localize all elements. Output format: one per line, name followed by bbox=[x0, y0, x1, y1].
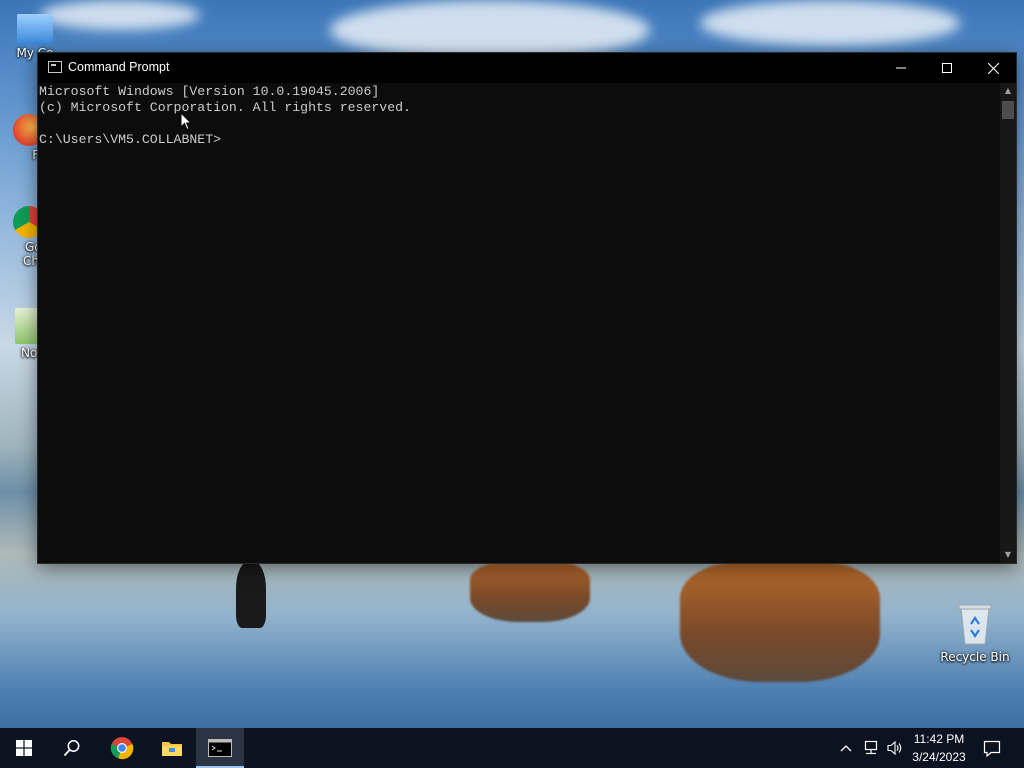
taskbar-file-explorer-button[interactable] bbox=[148, 728, 196, 768]
scrollbar-thumb[interactable] bbox=[1002, 101, 1014, 119]
desktop-icon-label: Recycle Bin bbox=[940, 650, 1010, 664]
console-prompt: C:\Users\VM5.COLLABNET> bbox=[39, 132, 222, 147]
search-button[interactable] bbox=[48, 728, 96, 768]
notification-icon bbox=[983, 740, 1001, 757]
command-prompt-icon bbox=[48, 61, 62, 73]
close-button[interactable] bbox=[970, 53, 1016, 83]
file-explorer-icon bbox=[162, 742, 182, 756]
start-button[interactable] bbox=[0, 728, 48, 768]
scroll-up-icon[interactable]: ▲ bbox=[1000, 84, 1016, 98]
show-hidden-icons-button[interactable] bbox=[836, 728, 856, 768]
windows-start-icon bbox=[16, 740, 32, 756]
taskbar-clock[interactable]: 11:42 PM 3/24/2023 bbox=[904, 730, 974, 766]
computer-icon bbox=[17, 14, 53, 44]
minimize-button[interactable] bbox=[878, 53, 924, 83]
close-icon bbox=[987, 62, 999, 74]
chevron-up-icon bbox=[840, 745, 852, 752]
action-center-button[interactable] bbox=[978, 728, 1006, 768]
desktop-icon-recycle-bin[interactable]: Recycle Bin bbox=[940, 602, 1010, 664]
scroll-down-icon[interactable]: ▼ bbox=[1000, 548, 1016, 562]
mouse-cursor-icon bbox=[180, 112, 192, 131]
minimize-icon bbox=[896, 67, 906, 69]
window-titlebar[interactable]: Command Prompt bbox=[38, 53, 1016, 83]
speaker-icon bbox=[887, 740, 902, 756]
network-icon bbox=[864, 740, 878, 755]
chrome-icon bbox=[110, 737, 134, 760]
network-button[interactable] bbox=[860, 728, 882, 768]
console-line: Microsoft Windows [Version 10.0.19045.20… bbox=[39, 84, 380, 99]
vertical-scrollbar[interactable]: ▲ ▼ bbox=[1000, 83, 1016, 563]
taskbar-command-prompt-button[interactable] bbox=[196, 728, 244, 768]
taskbar: 11:42 PM 3/24/2023 bbox=[0, 728, 1024, 768]
console-output[interactable]: Microsoft Windows [Version 10.0.19045.20… bbox=[38, 83, 1000, 563]
clock-date: 3/24/2023 bbox=[912, 750, 966, 764]
search-icon bbox=[63, 740, 80, 757]
window-title: Command Prompt bbox=[68, 60, 170, 74]
recycle-bin-icon bbox=[958, 604, 992, 645]
maximize-icon bbox=[942, 63, 952, 73]
clock-time: 11:42 PM bbox=[913, 732, 965, 746]
taskbar-chrome-button[interactable] bbox=[98, 728, 146, 768]
maximize-button[interactable] bbox=[924, 53, 970, 83]
volume-button[interactable] bbox=[884, 728, 906, 768]
command-prompt-icon bbox=[208, 739, 232, 757]
